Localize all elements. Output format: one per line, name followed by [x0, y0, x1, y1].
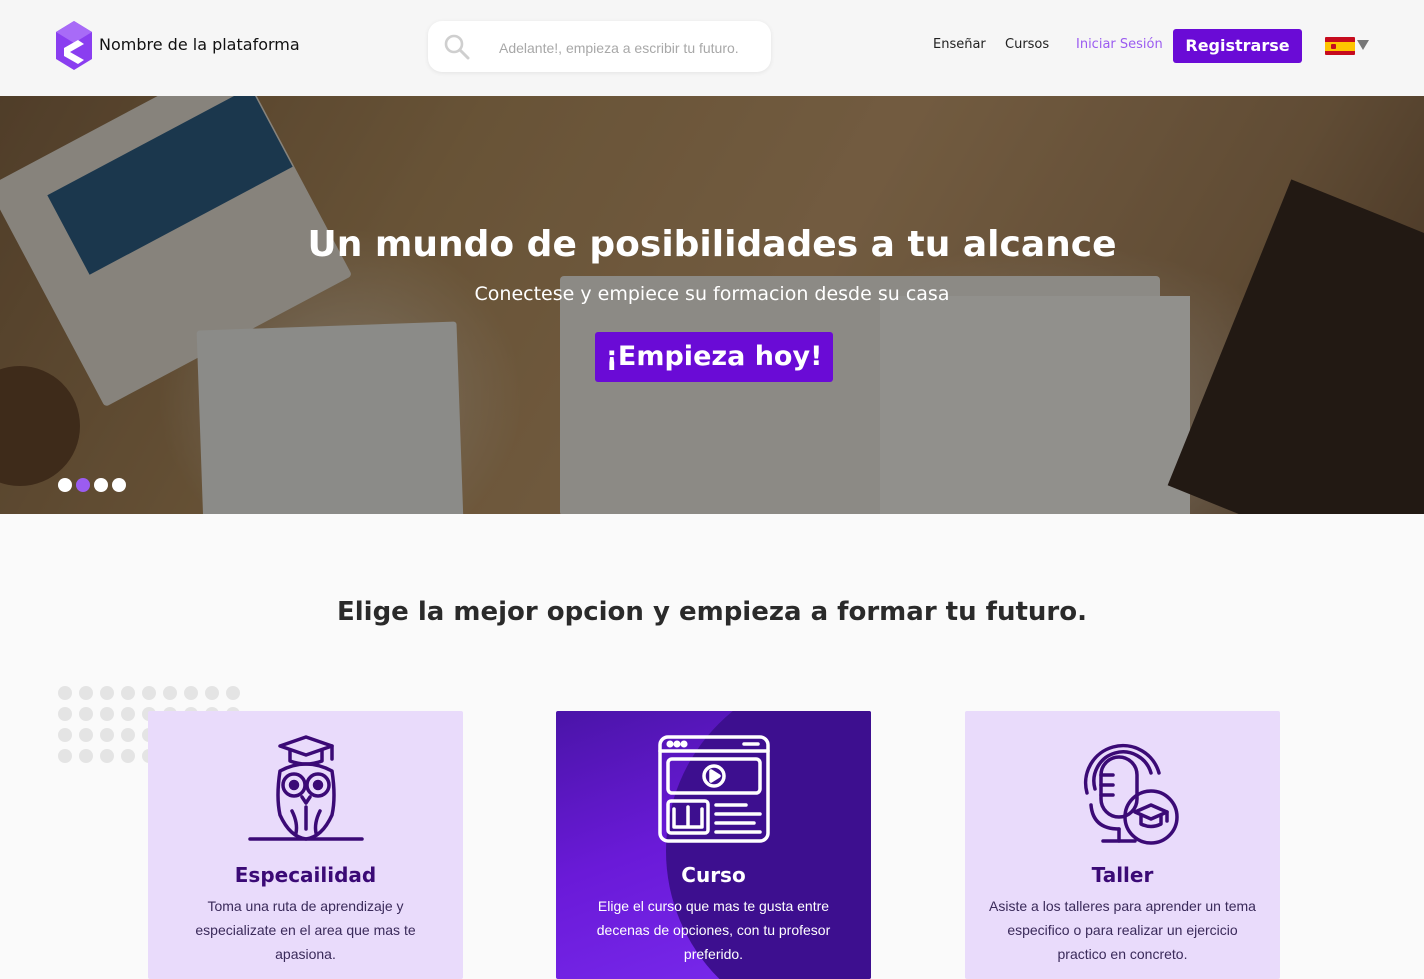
carousel-dot-3[interactable]: [94, 478, 108, 492]
card-description: Asiste a los talleres para aprender un t…: [989, 898, 1256, 962]
microphone-graduate-icon: [1083, 743, 1179, 845]
carousel-dot-1[interactable]: [58, 478, 72, 492]
card-title: Taller: [1091, 863, 1154, 887]
hero-title: Un mundo de posibilidades a tu alcance: [307, 224, 1117, 265]
nav-courses-link[interactable]: Cursos: [1005, 37, 1049, 52]
search-icon[interactable]: [444, 34, 470, 60]
register-button[interactable]: Registrarse: [1173, 29, 1302, 63]
video-course-icon: [658, 735, 770, 843]
card-description: Toma una ruta de aprendizaje y especiali…: [195, 898, 416, 962]
search-bar[interactable]: Adelante!, empieza a escribir tu futuro.: [428, 21, 771, 72]
section-title: Elige la mejor opcion y empieza a formar…: [336, 597, 1087, 627]
hero-carousel: Un mundo de posibilidades a tu alcance C…: [0, 96, 1424, 514]
carousel-indicators: [58, 478, 126, 492]
search-input[interactable]: Adelante!, empieza a escribir tu futuro.: [499, 40, 739, 56]
spain-flag-icon[interactable]: [1325, 37, 1355, 55]
nav-teach-link[interactable]: Enseñar: [933, 37, 986, 52]
carousel-dot-2[interactable]: [76, 478, 90, 492]
platform-logo-icon[interactable]: [56, 21, 92, 70]
hero-overlay: [0, 96, 1424, 514]
card-title: Especailidad: [234, 863, 377, 887]
option-card-course[interactable]: Curso Elige el curso que mas te gusta en…: [556, 711, 871, 979]
carousel-dot-4[interactable]: [112, 478, 126, 492]
language-dropdown-caret-icon[interactable]: [1357, 40, 1369, 50]
brand-name[interactable]: Nombre de la plataforma: [99, 35, 300, 54]
hero-subtitle: Conectese y empiece su formacion desde s…: [474, 283, 950, 305]
option-card-workshop[interactable]: Taller Asiste a los talleres para aprend…: [965, 711, 1280, 979]
card-title: Curso: [681, 863, 746, 887]
option-card-specialty[interactable]: Especailidad Toma una ruta de aprendizaj…: [148, 711, 463, 979]
card-description: Elige el curso que mas te gusta entre de…: [596, 898, 831, 962]
owl-graduate-icon: [248, 735, 364, 841]
top-navbar: Nombre de la plataforma Adelante!, empie…: [0, 0, 1424, 96]
login-link[interactable]: Iniciar Sesión: [1076, 37, 1163, 52]
start-today-button[interactable]: ¡Empieza hoy!: [595, 332, 833, 382]
